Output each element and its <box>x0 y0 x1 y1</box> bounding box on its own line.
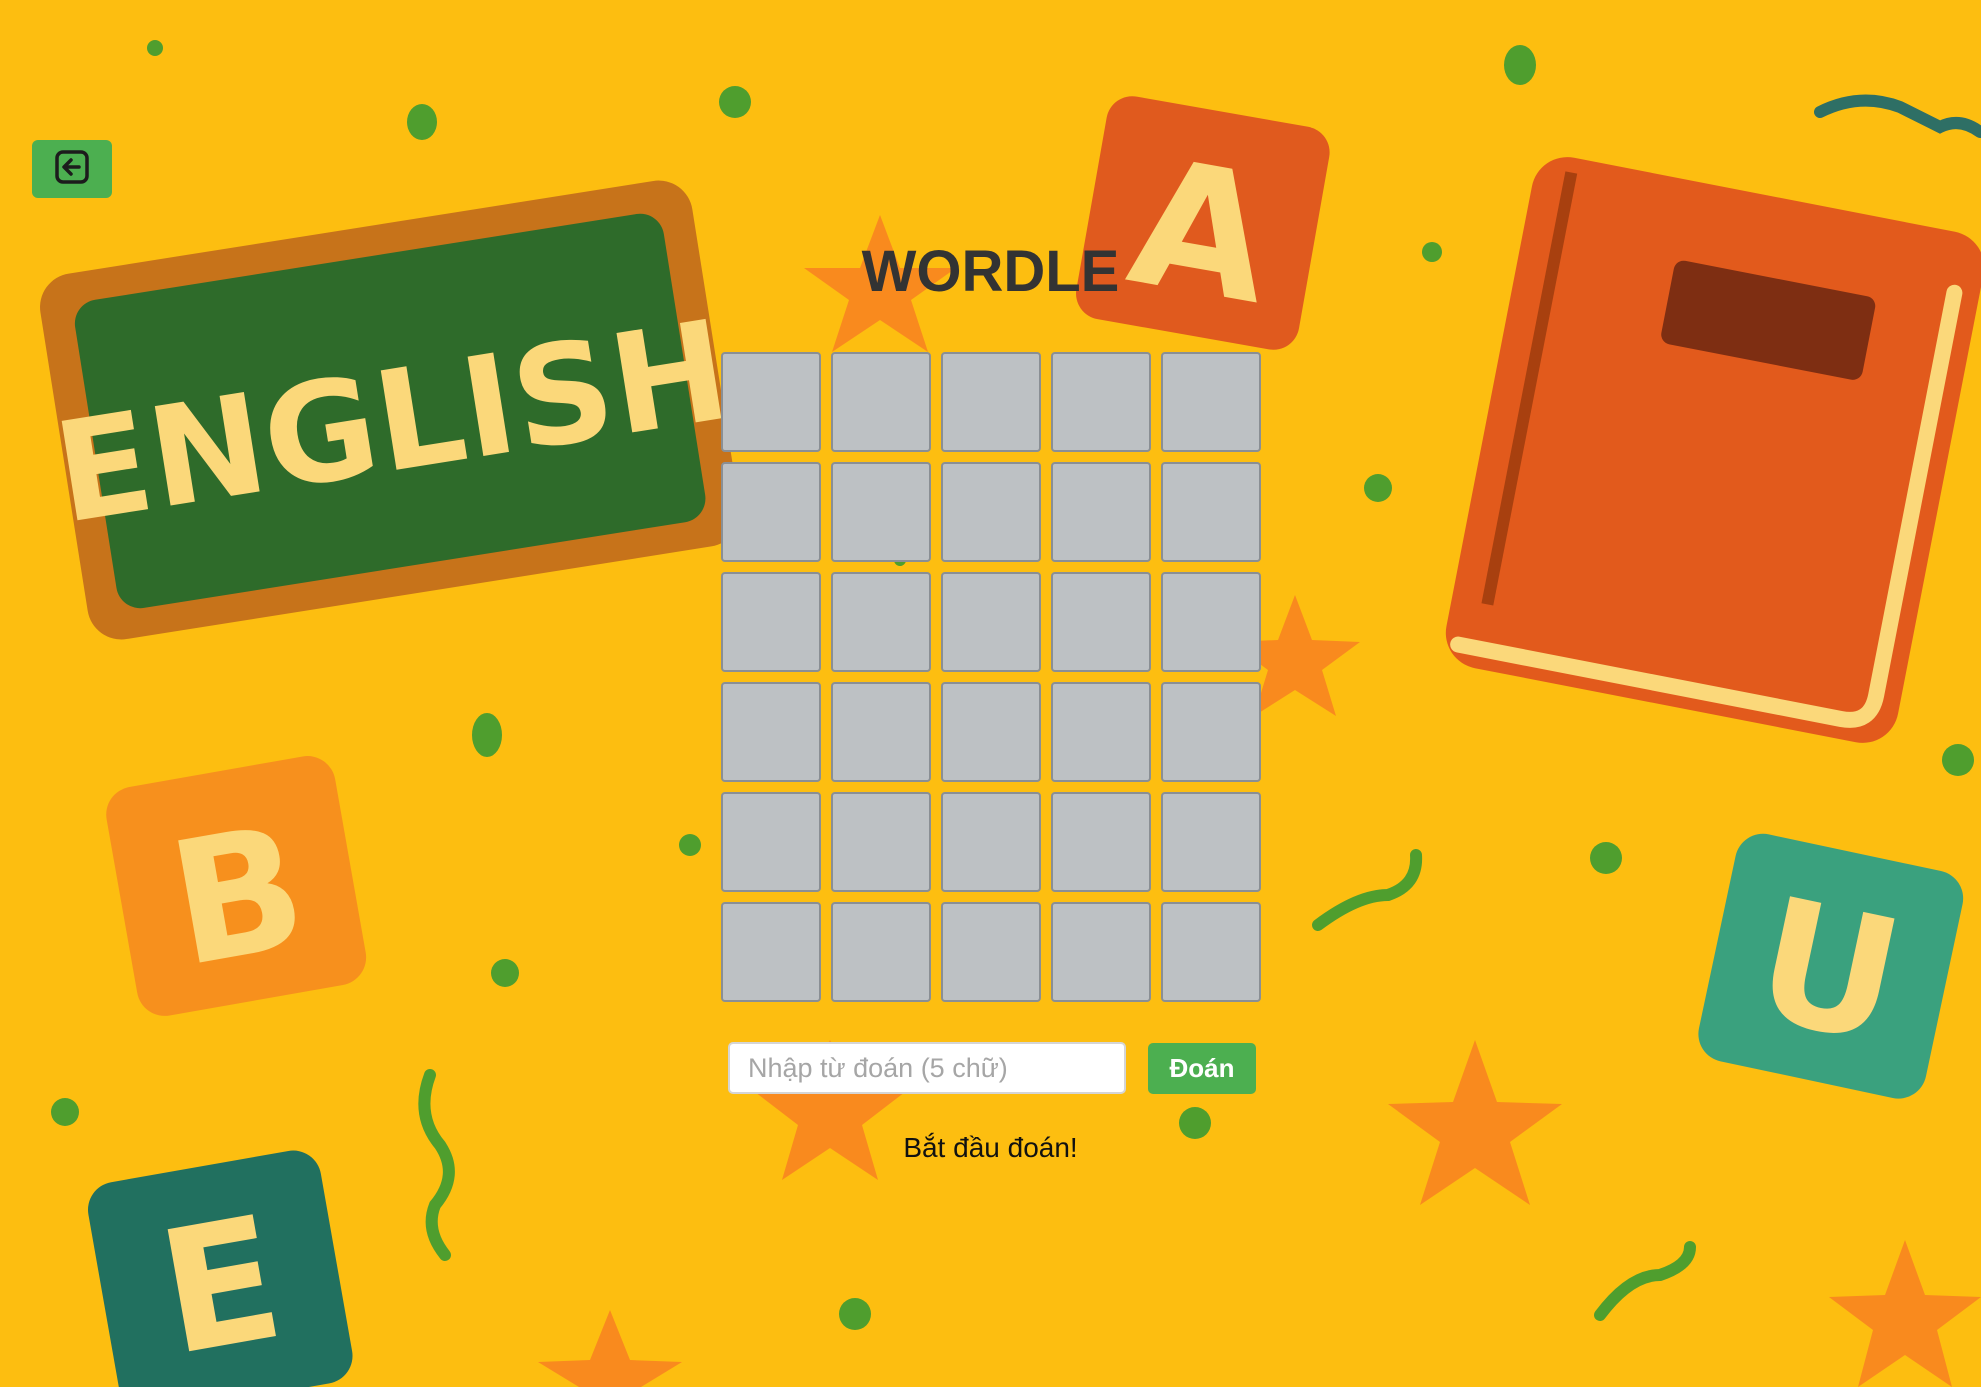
guess-input[interactable] <box>728 1042 1126 1094</box>
page-title: WORDLE <box>861 239 1120 304</box>
board-cell <box>1161 792 1261 892</box>
board-cell <box>941 792 1041 892</box>
board-cell <box>721 682 821 782</box>
board-cell <box>721 572 821 672</box>
exit-icon <box>53 148 91 191</box>
status-message: Bắt đầu đoán! <box>903 1132 1078 1163</box>
board-cell <box>831 352 931 452</box>
board-cell <box>721 792 821 892</box>
board-cell <box>1051 792 1151 892</box>
board-cell <box>721 352 821 452</box>
guess-button[interactable]: Đoán <box>1148 1043 1256 1094</box>
board-cell <box>941 572 1041 672</box>
board-cell <box>1051 682 1151 782</box>
board-cell <box>941 682 1041 782</box>
board-cell <box>1051 902 1151 1002</box>
board-cell <box>1161 462 1261 562</box>
board-cell <box>831 682 931 782</box>
board-cell <box>1161 352 1261 452</box>
board-cell <box>941 352 1041 452</box>
board-cell <box>1161 682 1261 782</box>
board-cell <box>1051 462 1151 562</box>
board-cell <box>721 462 821 562</box>
exit-button[interactable] <box>32 140 112 198</box>
board-cell <box>831 572 931 672</box>
board-cell <box>941 462 1041 562</box>
board-cell <box>721 902 821 1002</box>
board-cell <box>1051 352 1151 452</box>
board-cell <box>1161 572 1261 672</box>
board-cell <box>1051 572 1151 672</box>
board-cell <box>1161 902 1261 1002</box>
board-cell <box>941 902 1041 1002</box>
wordle-board <box>721 352 1261 1002</box>
board-cell <box>831 462 931 562</box>
board-cell <box>831 792 931 892</box>
board-cell <box>831 902 931 1002</box>
